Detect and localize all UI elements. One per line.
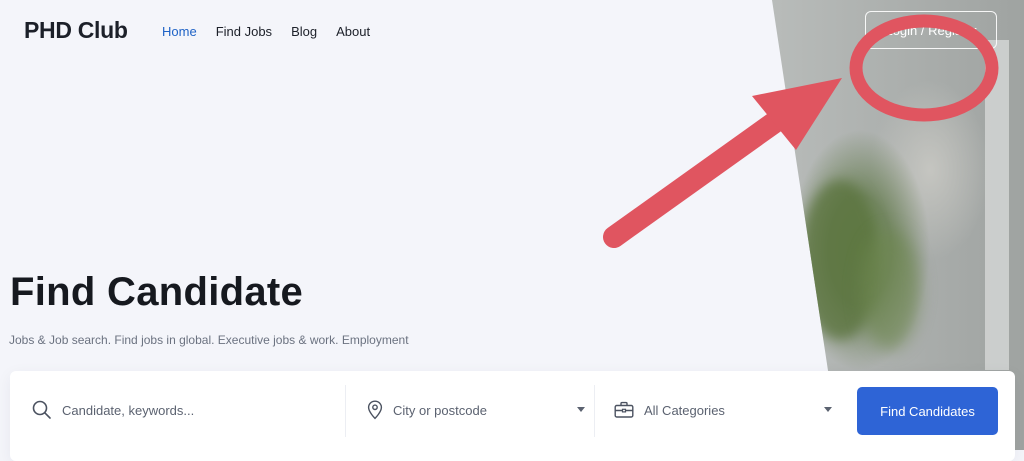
location-field[interactable]: City or postcode (367, 371, 589, 449)
main-nav: Home Find Jobs Blog About (162, 24, 370, 39)
page-subtitle: Jobs & Job search. Find jobs in global. … (9, 333, 409, 347)
field-divider (345, 385, 346, 437)
nav-item-find-jobs[interactable]: Find Jobs (216, 24, 272, 39)
plant-blur-2 (860, 230, 920, 350)
login-register-button[interactable]: Login / Register (865, 11, 997, 49)
location-placeholder: City or postcode (393, 402, 487, 418)
chevron-down-icon (577, 407, 585, 412)
page-title: Find Candidate (10, 270, 304, 314)
nav-item-blog[interactable]: Blog (291, 24, 317, 39)
map-pin-icon (367, 400, 383, 420)
field-divider (594, 385, 595, 437)
chevron-down-icon (824, 407, 832, 412)
category-value: All Categories (644, 402, 725, 418)
briefcase-icon (614, 401, 634, 419)
nav-item-home[interactable]: Home (162, 24, 197, 39)
search-icon (32, 400, 52, 420)
nav-item-about[interactable]: About (336, 24, 370, 39)
site-logo[interactable]: PHD Club (24, 17, 128, 44)
annotation-arrow-shaft (603, 111, 786, 248)
keyword-search-field[interactable]: Candidate, keywords... (32, 371, 342, 449)
keyword-placeholder: Candidate, keywords... (62, 402, 195, 418)
find-candidates-button[interactable]: Find Candidates (857, 387, 998, 435)
category-select[interactable]: All Categories (614, 371, 836, 449)
pillar-blur (985, 40, 1009, 370)
search-bar: Candidate, keywords... City or postcode … (10, 371, 1015, 461)
